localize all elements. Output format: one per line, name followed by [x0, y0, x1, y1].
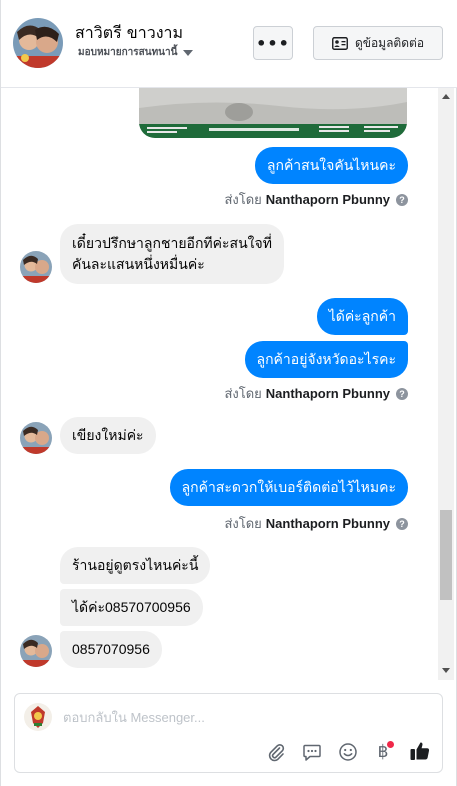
outgoing-message[interactable]: ลูกค้าอยู่จังหวัดอะไรคะ [244, 341, 408, 378]
scrollbar-thumb[interactable] [440, 510, 452, 600]
view-contact-info-label: ดูข้อมูลติดต่อ [354, 35, 425, 50]
attachment-icon[interactable] [265, 741, 287, 763]
sent-by-prefix: ส่งโดย [224, 192, 262, 207]
outgoing-message[interactable]: ลูกค้าสนใจคันไหนคะ [254, 147, 408, 184]
like-icon[interactable] [408, 739, 432, 763]
outgoing-message[interactable]: ลูกค้าสะดวกให้เบอร์ติดต่อไว้ไหมคะ [169, 469, 408, 506]
sent-by-agent: Nanthaporn Pbunny [265, 386, 390, 401]
saved-reply-icon[interactable] [301, 741, 323, 763]
assign-label: มอบหมายการสนทนานี้ [78, 47, 178, 58]
message-list: ลูกค้าสนใจคันไหนคะ ส่งโดย Nanthaporn Pbu… [1, 88, 438, 680]
assign-conversation-dropdown[interactable]: มอบหมายการสนทนานี้ [78, 45, 194, 60]
contact-avatar[interactable] [13, 18, 63, 68]
message-line: คันละแสนหนึ่งหมื่นค่ะ [72, 256, 205, 272]
more-dots-icon: ••• [256, 33, 290, 53]
sent-by-label: ส่งโดย Nanthaporn Pbunny ? [224, 383, 408, 404]
scroll-up-arrow-icon[interactable] [442, 94, 450, 99]
message-line: เดี๋ยวปรึกษาลูกชายอีกทีค่ะสนใจที่ [72, 235, 272, 251]
sent-by-prefix: ส่งโดย [224, 516, 262, 531]
incoming-message[interactable]: เขียงใหม่ค่ะ [60, 417, 156, 454]
incoming-message[interactable]: ร้านอยู่ดูตรงไหนค่ะนี้ [60, 547, 211, 584]
incoming-message[interactable]: 0857070956 [60, 631, 162, 668]
help-icon[interactable]: ? [396, 193, 408, 206]
payment-icon[interactable]: ฿ [372, 741, 394, 763]
contact-card-icon [332, 36, 348, 50]
sent-by-prefix: ส่งโดย [224, 386, 262, 401]
contact-avatar-small [20, 422, 52, 454]
conversation-header: สาวิตรี ขาวงาม มอบหมายการสนทนานี้ ••• ดู… [1, 0, 457, 88]
contact-name: สาวิตรี ขาวงาม [75, 23, 184, 42]
contact-avatar-small [20, 635, 52, 667]
sent-by-agent: Nanthaporn Pbunny [265, 516, 390, 531]
sent-by-label: ส่งโดย Nanthaporn Pbunny ? [224, 513, 408, 534]
contact-avatar-small [20, 251, 52, 283]
view-contact-info-button[interactable]: ดูข้อมูลติดต่อ [313, 26, 443, 60]
page-avatar [24, 703, 52, 731]
emoji-icon[interactable] [337, 741, 359, 763]
reply-input[interactable] [63, 706, 403, 728]
reply-composer: ฿ [14, 693, 443, 773]
outgoing-message[interactable]: ได้ค่ะลูกค้า [316, 298, 408, 335]
incoming-message[interactable]: ได้ค่ะ08570700956 [60, 589, 203, 626]
help-icon[interactable]: ? [396, 517, 408, 530]
scroll-down-arrow-icon[interactable] [442, 668, 450, 673]
more-options-button[interactable]: ••• [253, 26, 293, 60]
conversation-panel: สาวิตรี ขาวงาม มอบหมายการสนทนานี้ ••• ดู… [0, 0, 457, 786]
sent-by-label: ส่งโดย Nanthaporn Pbunny ? [224, 189, 408, 210]
sent-by-agent: Nanthaporn Pbunny [265, 192, 390, 207]
scrollbar[interactable] [438, 88, 454, 680]
help-icon[interactable]: ? [396, 387, 408, 400]
caret-down-icon [183, 50, 194, 56]
notification-dot [387, 741, 394, 748]
image-attachment[interactable] [139, 88, 407, 138]
incoming-message[interactable]: เดี๋ยวปรึกษาลูกชายอีกทีค่ะสนใจที่ คันละแ… [60, 224, 284, 284]
